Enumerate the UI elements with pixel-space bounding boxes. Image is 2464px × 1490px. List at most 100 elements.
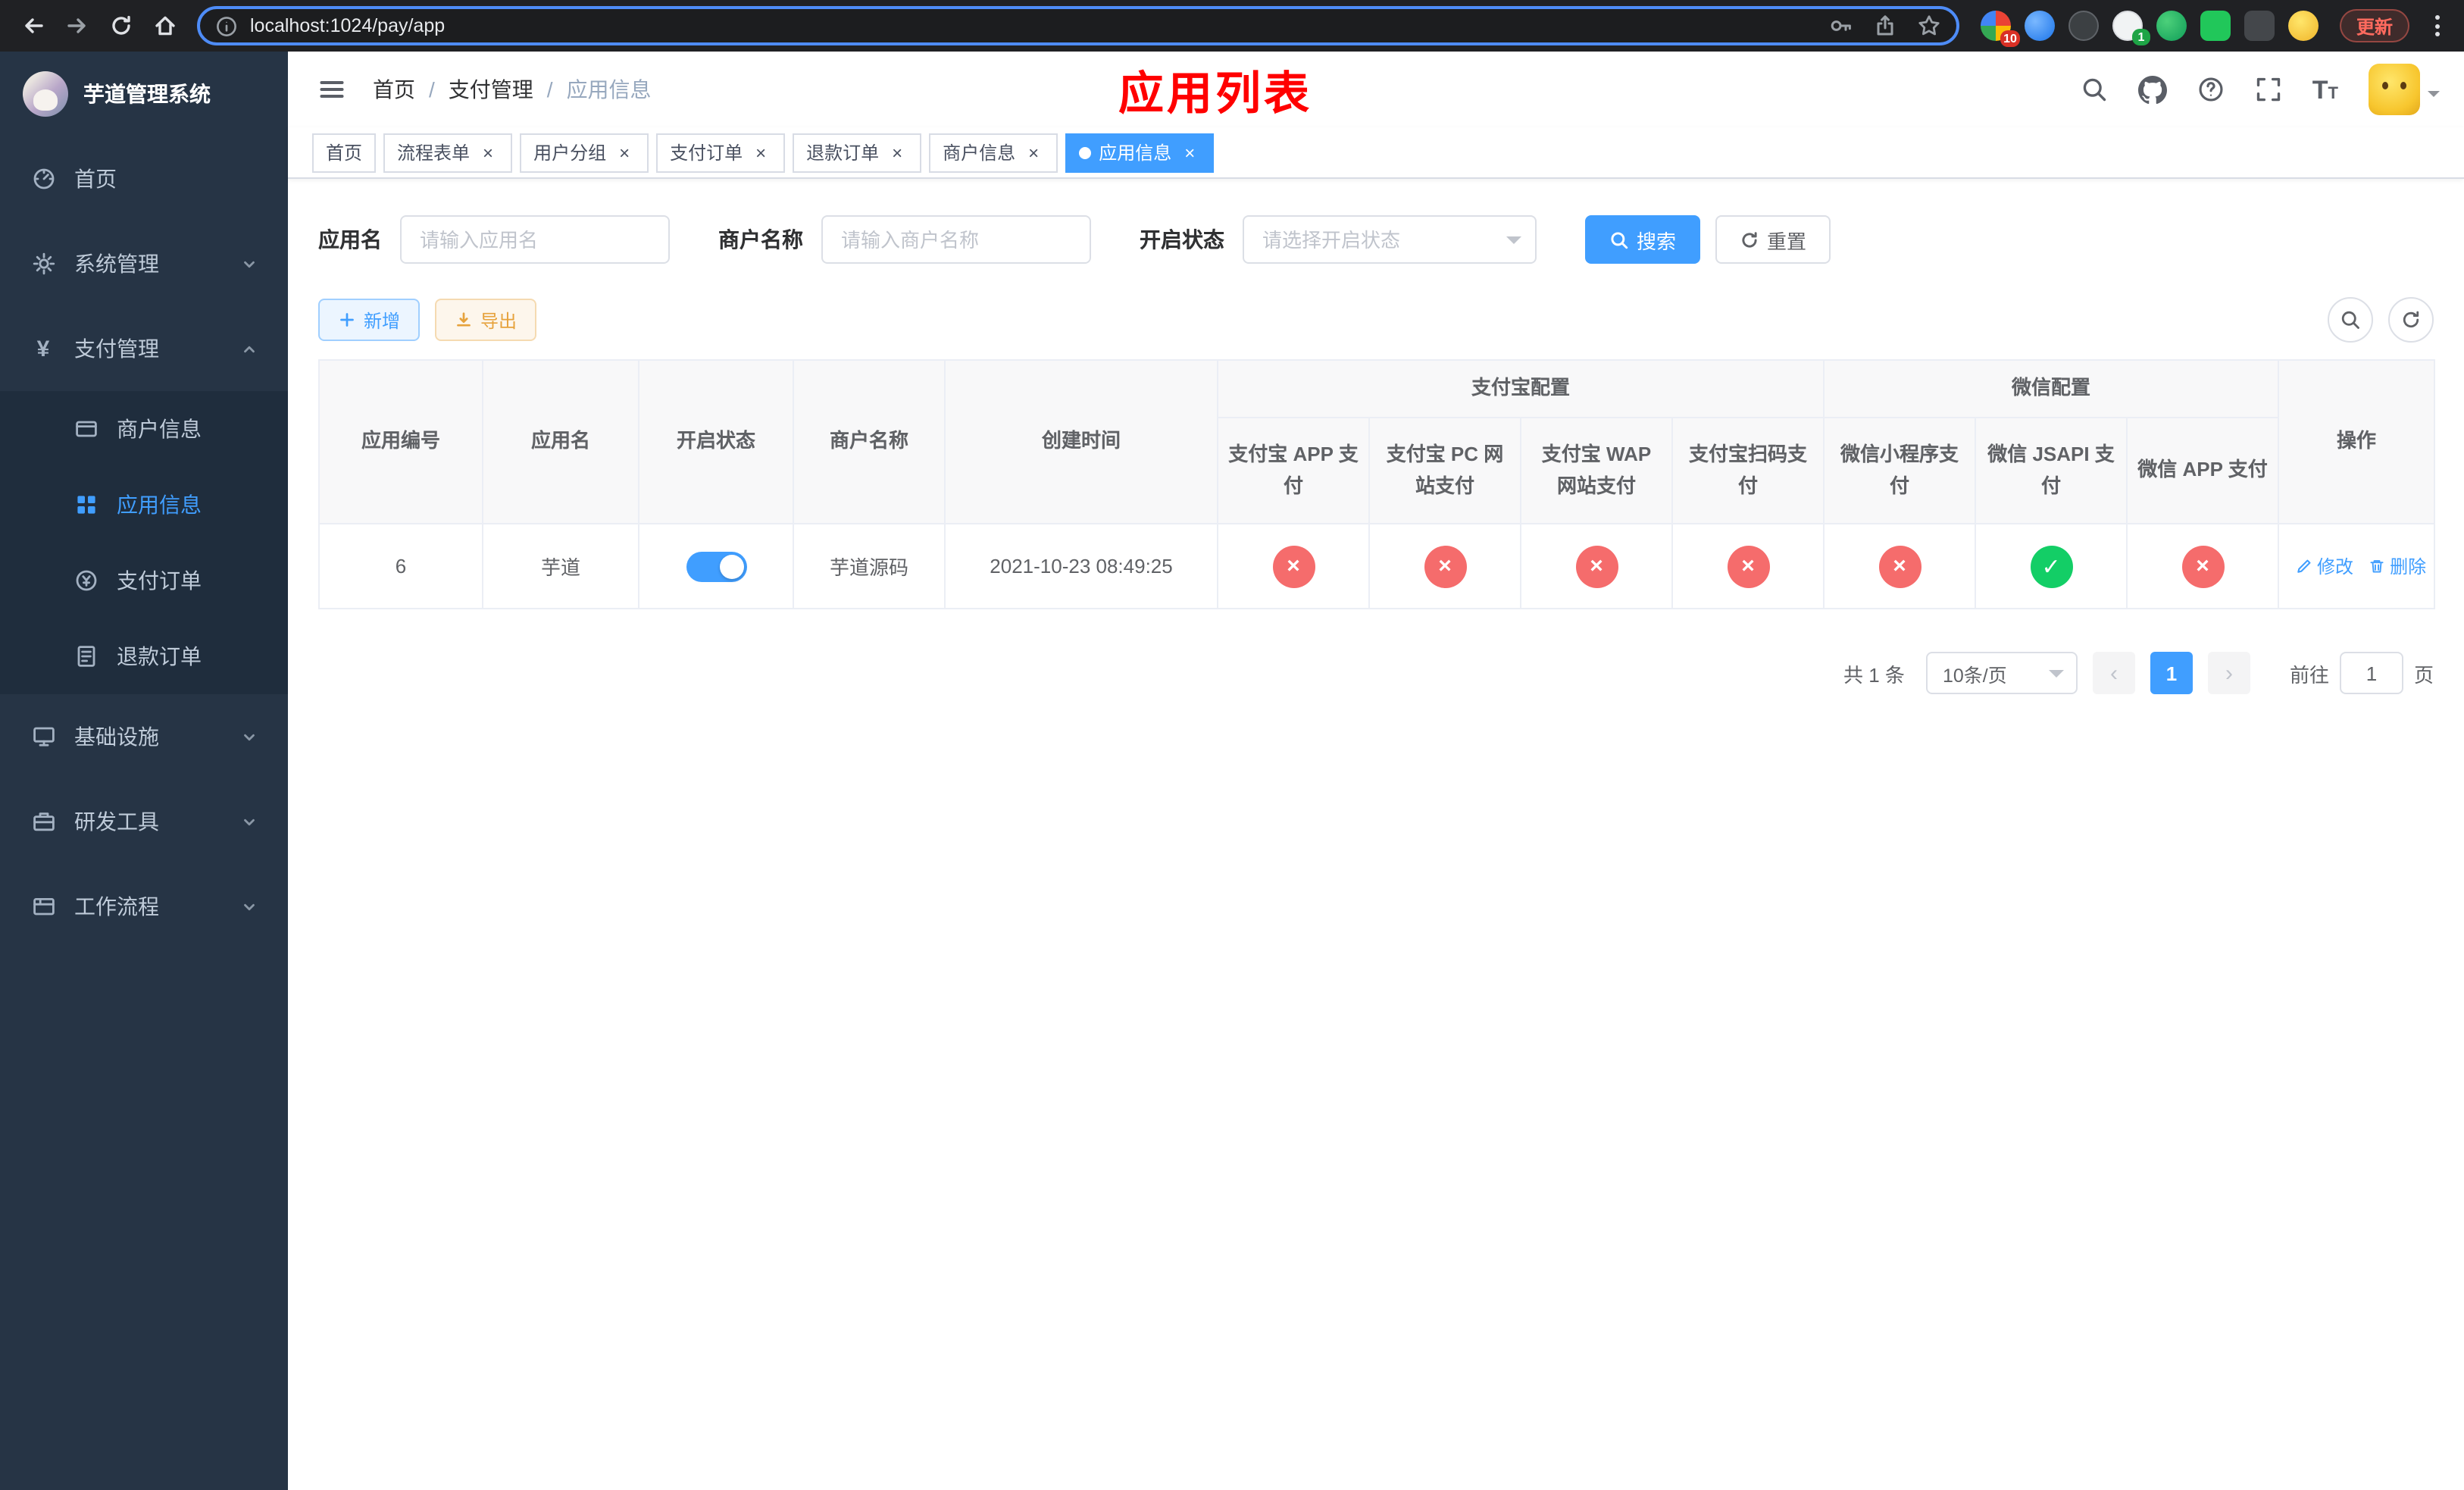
goto-page-input[interactable]: [2339, 652, 2403, 694]
tab-refund-order[interactable]: 退款订单 ×: [793, 133, 922, 172]
export-button-label: 导出: [480, 310, 518, 331]
user-menu[interactable]: [2369, 64, 2440, 115]
cell-app-id: 6: [318, 523, 483, 609]
tab-close-icon[interactable]: ×: [614, 142, 635, 163]
tab-close-icon[interactable]: ×: [1023, 142, 1044, 163]
breadcrumb-home[interactable]: 首页: [373, 74, 415, 105]
monitor-icon: [30, 724, 56, 750]
document-icon: [73, 643, 98, 669]
forward-icon[interactable]: [56, 5, 97, 46]
extensions-area: 10 1: [1972, 11, 2328, 47]
alipay-app-status-icon: ×: [1272, 545, 1315, 587]
browser-menu-icon[interactable]: [2422, 6, 2452, 45]
edit-link[interactable]: 修改: [2296, 553, 2353, 579]
sidebar-item-dev-tools[interactable]: 研发工具: [0, 779, 288, 864]
prev-page-button[interactable]: ‹: [2092, 652, 2135, 694]
col-header-alipay-wap: 支付宝 WAP 网站支付: [1520, 417, 1673, 524]
user-avatar[interactable]: [2369, 64, 2420, 115]
back-icon[interactable]: [12, 5, 53, 46]
extension-icon-3[interactable]: [2068, 11, 2099, 41]
tab-home[interactable]: 首页: [312, 133, 377, 172]
address-bar[interactable]: localhost:1024/pay/app: [197, 6, 1959, 45]
next-page-button[interactable]: ›: [2207, 652, 2250, 694]
tab-close-icon[interactable]: ×: [886, 142, 908, 163]
col-header-wechat-jsapi: 微信 JSAPI 支付: [1975, 417, 2128, 524]
sidebar-item-system[interactable]: 系统管理: [0, 221, 288, 306]
extension-icon-6[interactable]: [2200, 11, 2231, 41]
sidebar-item-payment[interactable]: ¥ 支付管理: [0, 306, 288, 391]
extension-badge-red: 10: [2000, 30, 2020, 47]
search-icon[interactable]: [2081, 76, 2108, 103]
caret-down-icon: [2428, 91, 2440, 103]
col-header-name: 应用名: [482, 359, 639, 524]
sidebar-item-home[interactable]: 首页: [0, 136, 288, 221]
browser-update-button[interactable]: 更新: [2339, 9, 2409, 42]
extension-icon-5[interactable]: [2156, 11, 2187, 41]
tab-app-info[interactable]: 应用信息 ×: [1065, 133, 1215, 172]
table-toolbar: 新增 导出: [318, 297, 2434, 343]
sidebar-item-infrastructure[interactable]: 基础设施: [0, 694, 288, 779]
sidebar-item-workflow[interactable]: 工作流程: [0, 864, 288, 949]
home-icon[interactable]: [144, 5, 185, 46]
export-button[interactable]: 导出: [435, 299, 537, 341]
tab-payment-order[interactable]: 支付订单 ×: [656, 133, 786, 172]
status-toggle[interactable]: [686, 551, 746, 581]
delete-link[interactable]: 删除: [2369, 553, 2426, 579]
col-header-status: 开启状态: [638, 359, 794, 524]
sidebar-item-merchant-info[interactable]: 商户信息: [0, 391, 288, 467]
password-key-icon[interactable]: [1829, 14, 1853, 38]
alipay-pc-status-icon: ×: [1424, 545, 1466, 587]
tab-close-icon[interactable]: ×: [750, 142, 771, 163]
search-button-label: 搜索: [1637, 230, 1677, 252]
workflow-icon: [30, 894, 56, 919]
sidebar-logo[interactable]: 芋道管理系统: [0, 52, 288, 136]
search-button[interactable]: 搜索: [1585, 215, 1701, 264]
cell-app-name: 芋道: [482, 523, 639, 609]
github-icon[interactable]: [2137, 75, 2167, 104]
sidebar-item-app-info[interactable]: 应用信息: [0, 467, 288, 543]
hamburger-icon[interactable]: [312, 70, 352, 109]
extension-icon-2[interactable]: [2024, 11, 2055, 41]
status-select[interactable]: [1243, 215, 1537, 264]
status-select-input[interactable]: [1243, 215, 1537, 264]
toolbox-icon: [30, 809, 56, 834]
browser-profile-avatar[interactable]: [2287, 11, 2319, 41]
tab-close-icon[interactable]: ×: [1179, 142, 1200, 163]
select-caret-icon: [2048, 669, 2064, 684]
col-header-wechat-app: 微信 APP 支付: [2126, 417, 2280, 524]
tab-close-icon[interactable]: ×: [477, 142, 499, 163]
reload-icon[interactable]: [100, 5, 141, 46]
tab-process-form[interactable]: 流程表单 ×: [383, 133, 513, 172]
yen-icon: ¥: [36, 336, 50, 362]
extension-icon-7[interactable]: [2244, 11, 2275, 41]
share-icon[interactable]: [1873, 14, 1897, 38]
help-icon[interactable]: [2197, 76, 2225, 103]
breadcrumb-separator: /: [546, 77, 553, 102]
tab-merchant-info[interactable]: 商户信息 ×: [929, 133, 1058, 172]
col-header-id: 应用编号: [318, 359, 483, 524]
chevron-down-icon: [241, 898, 258, 915]
sidebar-item-payment-order[interactable]: 支付订单: [0, 543, 288, 618]
refresh-icon-button[interactable]: [2388, 297, 2434, 343]
page-number-1[interactable]: 1: [2150, 652, 2193, 694]
table-row: 6 芋道 芋道源码 2021-10-23 08:49:25 × × × × × …: [318, 523, 2436, 609]
app-name-label: 应用名: [318, 227, 382, 252]
fullscreen-icon[interactable]: [2255, 76, 2282, 103]
bookmark-star-icon[interactable]: [1917, 14, 1941, 38]
url-text[interactable]: localhost:1024/pay/app: [250, 15, 1817, 36]
extension-icon-1[interactable]: 10: [1980, 11, 2020, 47]
sidebar-item-refund-order[interactable]: 退款订单: [0, 618, 288, 694]
page-size-select[interactable]: 10条/页: [1925, 652, 2078, 694]
toggle-search-icon-button[interactable]: [2328, 297, 2373, 343]
font-size-icon[interactable]: TT: [2312, 77, 2338, 102]
alipay-wap-status-icon: ×: [1575, 545, 1618, 587]
tab-user-group[interactable]: 用户分组 ×: [520, 133, 649, 172]
add-button[interactable]: 新增: [318, 299, 421, 341]
reset-button[interactable]: 重置: [1715, 215, 1831, 264]
site-info-icon[interactable]: [215, 14, 238, 37]
breadcrumb-payment[interactable]: 支付管理: [449, 74, 533, 105]
app-name-input[interactable]: [400, 215, 670, 264]
extension-icon-4[interactable]: 1: [2112, 11, 2150, 45]
tab-label: 应用信息: [1099, 142, 1172, 164]
merchant-name-input[interactable]: [821, 215, 1091, 264]
